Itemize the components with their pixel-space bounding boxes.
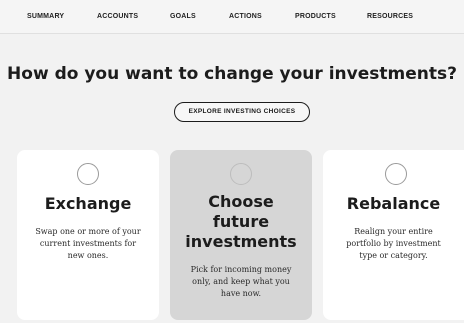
option-card-rebalance[interactable]: Rebalance Realign your entire portfolio … bbox=[323, 150, 464, 320]
card-description-line: type or category. bbox=[359, 251, 428, 260]
radio-circle-icon[interactable] bbox=[385, 163, 407, 185]
card-title: Exchange bbox=[44, 194, 132, 213]
nav-item-products[interactable]: PRODUCTS bbox=[295, 13, 336, 20]
card-description-line: new ones. bbox=[67, 251, 109, 260]
radio-circle-icon[interactable] bbox=[230, 163, 252, 185]
page-title: How do you want to change your investmen… bbox=[7, 64, 457, 84]
card-description-line: Realign your entire bbox=[354, 227, 433, 236]
nav-item-goals[interactable]: GOALS bbox=[170, 13, 196, 20]
card-description: Swap one or more of your current investm… bbox=[17, 226, 159, 262]
card-description-line: only, and keep what you bbox=[192, 277, 290, 286]
card-description-line: portfolio by investment bbox=[346, 239, 441, 248]
card-title: Rebalance bbox=[346, 194, 441, 213]
nav-item-accounts[interactable]: ACCOUNTS bbox=[97, 13, 138, 20]
card-description-line: current investments for bbox=[39, 239, 137, 248]
card-description-line: Pick for incoming money bbox=[190, 265, 292, 274]
option-card-exchange[interactable]: Exchange Swap one or more of your curren… bbox=[17, 150, 159, 320]
card-title: Choose future investments bbox=[170, 192, 312, 252]
card-title-line: future bbox=[212, 212, 270, 231]
card-description-line: Swap one or more of your bbox=[35, 227, 141, 236]
nav-item-actions[interactable]: ACTIONS bbox=[229, 13, 262, 20]
card-title-line: investments bbox=[185, 232, 297, 251]
card-description-line: have now. bbox=[220, 289, 262, 298]
top-navigation: SUMMARY ACCOUNTS GOALS ACTIONS PRODUCTS … bbox=[0, 0, 464, 34]
explore-investing-choices-button[interactable]: EXPLORE INVESTING CHOICES bbox=[174, 102, 310, 122]
radio-circle-icon[interactable] bbox=[77, 163, 99, 185]
card-description: Realign your entire portfolio by investm… bbox=[323, 226, 464, 262]
nav-item-summary[interactable]: SUMMARY bbox=[27, 13, 64, 20]
card-title-line: Choose bbox=[208, 192, 274, 211]
nav-item-resources[interactable]: RESOURCES bbox=[367, 13, 413, 20]
option-card-choose-future-investments[interactable]: Choose future investments Pick for incom… bbox=[170, 150, 312, 320]
card-description: Pick for incoming money only, and keep w… bbox=[170, 264, 312, 300]
